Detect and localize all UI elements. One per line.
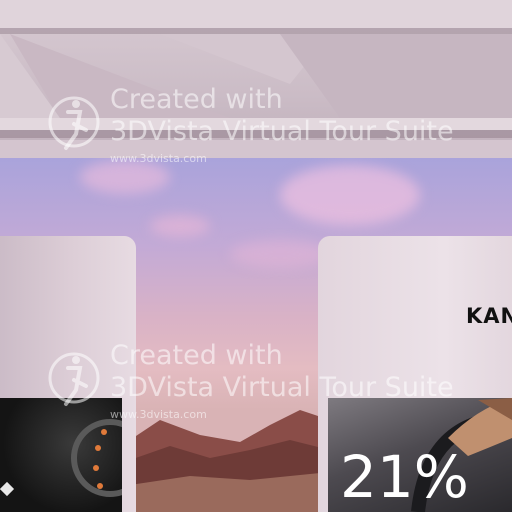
watermark-url: www.3dvista.com	[110, 152, 207, 165]
watermark: Created with 3DVista Virtual Tour Suite …	[46, 340, 506, 440]
3dvista-logo-icon	[48, 352, 100, 406]
cloud	[230, 240, 330, 268]
3dvista-logo-icon	[48, 96, 100, 150]
watermark-line2: 3DVista Virtual Tour Suite	[110, 372, 454, 403]
watermark-url: www.3dvista.com	[110, 408, 207, 421]
ceiling-beam	[0, 0, 512, 28]
watermark: Created with 3DVista Virtual Tour Suite …	[46, 84, 506, 184]
watermark-line1: Created with	[110, 340, 283, 371]
watermark-line1: Created with	[110, 84, 283, 115]
cloud	[150, 215, 210, 237]
watermark-line2: 3DVista Virtual Tour Suite	[110, 116, 454, 147]
virtual-tour-scene[interactable]: KAN 21% Created with 3DVista Virtual Tou…	[0, 0, 512, 512]
percentage-value: 21%	[340, 443, 469, 511]
brand-name: KAN	[466, 304, 512, 328]
